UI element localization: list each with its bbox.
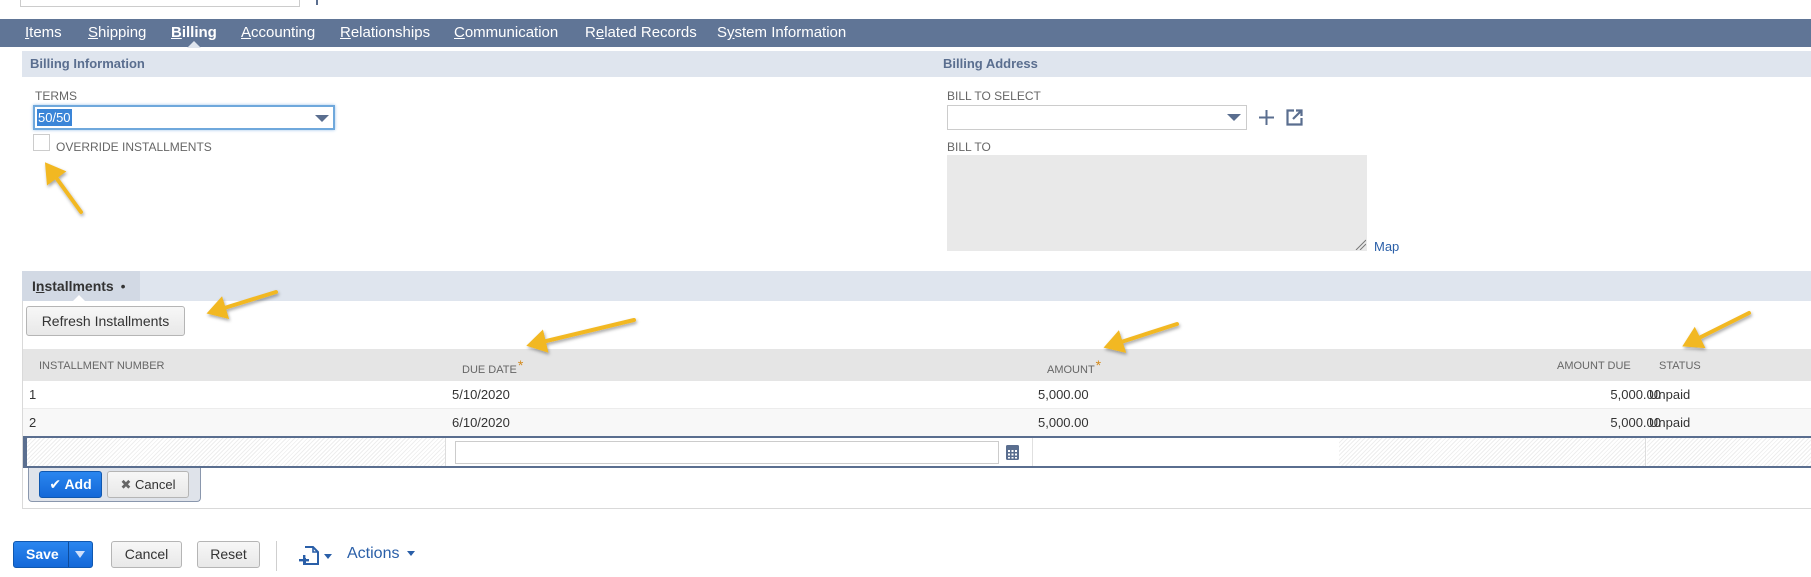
add-address-plus-icon[interactable] (1259, 110, 1274, 125)
add-button[interactable]: ✔ Add (39, 471, 102, 498)
tab-relationships[interactable]: Relationships (340, 19, 430, 47)
chevron-down-icon (315, 115, 329, 122)
column-installment-number[interactable]: INSTALLMENT NUMBER (39, 360, 165, 372)
terms-label: TERMS (35, 89, 77, 103)
chevron-down-icon (75, 551, 85, 558)
cell-due-date: 5/10/2020 (452, 387, 510, 402)
due-date-input[interactable] (455, 441, 999, 464)
map-link[interactable]: Map (1374, 239, 1399, 254)
top-cutoff-mark (316, 0, 318, 5)
bill-to-select-label: BILL TO SELECT (947, 89, 1041, 103)
tab-billing[interactable]: Billing (171, 19, 217, 48)
amount-input[interactable] (1035, 440, 1345, 464)
table-row[interactable]: 2 6/10/2020 5,000.00 5,000.00 Unpaid (23, 409, 1811, 437)
billing-address-title: Billing Address (943, 56, 1038, 71)
column-due-date[interactable]: DUE DATE* (462, 357, 524, 376)
terms-select[interactable]: 50/50 (33, 105, 335, 130)
bill-to-label: BILL TO (947, 140, 991, 154)
column-amount[interactable]: AMOUNT* (1047, 357, 1102, 376)
table-row[interactable]: 1 5/10/2020 5,000.00 5,000.00 Unpaid (23, 381, 1811, 409)
tab-items[interactable]: Items (25, 19, 62, 47)
column-status[interactable]: STATUS (1659, 360, 1701, 372)
status-disabled-cell (1647, 438, 1811, 466)
cancel-button[interactable]: Cancel (111, 541, 182, 568)
override-installments-checkbox[interactable] (33, 134, 50, 151)
chevron-down-icon (324, 554, 332, 559)
cell-amount-due: 5,000.00 (1610, 415, 1661, 430)
chevron-down-icon (1227, 114, 1241, 121)
installments-subtab-bar: Installments • (22, 271, 1811, 302)
terms-value: 50/50 (37, 109, 72, 126)
new-record-menu[interactable] (299, 545, 335, 567)
check-icon: ✔ (49, 476, 62, 492)
installments-table-header: INSTALLMENT NUMBER DUE DATE* AMOUNT* AMO… (23, 349, 1811, 381)
billing-information-title: Billing Information (30, 56, 145, 71)
tab-system-information[interactable]: System Information (717, 19, 846, 47)
override-installments-label: OVERRIDE INSTALLMENTS (56, 140, 212, 154)
bill-to-textarea[interactable] (947, 155, 1367, 251)
tab-shipping[interactable]: Shipping (88, 19, 146, 47)
cell-amount-due: 5,000.00 (1610, 387, 1661, 402)
cell-status: Unpaid (1649, 415, 1691, 430)
tab-installments[interactable]: Installments • (22, 271, 140, 302)
resize-grip-icon[interactable] (1354, 238, 1366, 250)
chevron-down-icon (406, 551, 415, 557)
cell-due-date: 6/10/2020 (452, 415, 510, 430)
arrow-override-installments (44, 162, 83, 214)
column-divider (1032, 438, 1033, 466)
installment-number-disabled-cell (27, 438, 446, 466)
close-icon: ✖ (120, 477, 132, 492)
open-external-icon[interactable] (1286, 109, 1303, 126)
bill-to-select[interactable] (947, 105, 1247, 130)
amount-due-disabled-cell (1339, 438, 1646, 466)
edit-row (23, 436, 1811, 468)
required-marker: * (1095, 357, 1102, 373)
cell-status: Unpaid (1649, 387, 1691, 402)
tab-accounting[interactable]: Accounting (241, 19, 315, 47)
required-marker: * (517, 357, 524, 373)
cell-installment-number: 1 (29, 387, 37, 402)
top-cutoff-field[interactable] (20, 0, 300, 7)
billing-information-header: Billing Information (22, 51, 943, 77)
column-amount-due[interactable]: AMOUNT DUE (1557, 360, 1631, 372)
cell-amount: 5,000.00 (1038, 387, 1089, 402)
tab-communication[interactable]: Communication (454, 19, 558, 47)
calendar-icon[interactable] (1006, 445, 1019, 460)
cancel-row-button[interactable]: ✖ Cancel (107, 471, 189, 498)
billing-address-header: Billing Address (943, 51, 1811, 77)
new-document-icon (299, 546, 319, 565)
save-options-dropdown[interactable] (69, 541, 93, 568)
row-action-group: ✔ Add ✖ Cancel (28, 468, 201, 502)
cell-amount: 5,000.00 (1038, 415, 1089, 430)
footer-divider (276, 541, 277, 571)
cell-installment-number: 2 (29, 415, 37, 430)
subtab-navbar: Items Shipping Billing Accounting Relati… (0, 19, 1811, 48)
actions-menu[interactable]: Actions (347, 545, 415, 563)
refresh-installments-button[interactable]: Refresh Installments (26, 306, 185, 336)
tab-related-records[interactable]: Related Records (585, 19, 697, 47)
reset-button[interactable]: Reset (197, 541, 260, 568)
